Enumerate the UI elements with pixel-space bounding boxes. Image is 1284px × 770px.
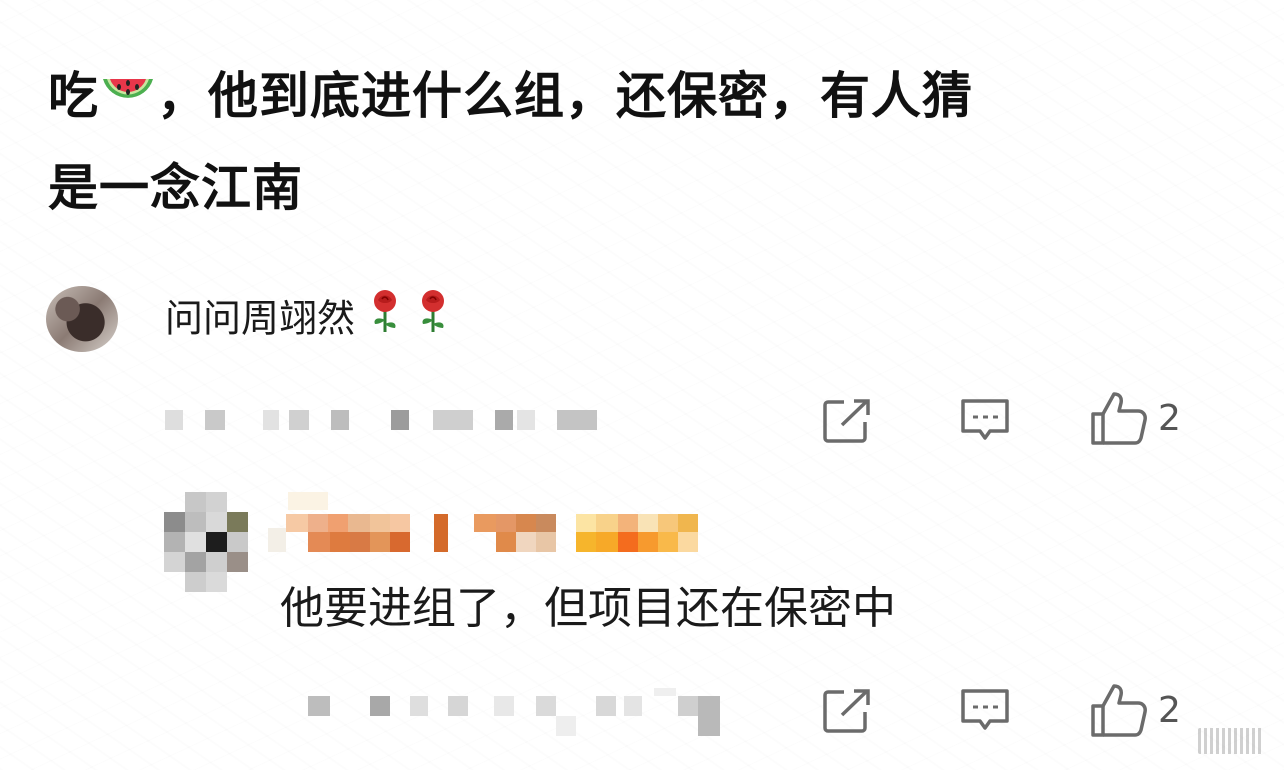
reply-avatar[interactable]	[164, 492, 248, 592]
share-icon	[823, 689, 870, 733]
share-button[interactable]	[822, 398, 872, 444]
post-title-rest: ，他到底进什么组，还保密，有人猜	[157, 67, 973, 125]
comment-meta-blurred	[165, 410, 605, 430]
comment-body: 问问周翊然	[165, 288, 451, 349]
comment-text: 问问周翊然	[165, 296, 356, 341]
comment-button[interactable]	[960, 398, 1010, 444]
rose-icon	[415, 288, 451, 349]
post-title-prefix: 吃	[48, 67, 99, 125]
post-title: 吃 ，他到底进什么组，还保密，有人猜 是一念江南	[48, 52, 1228, 232]
post-title-line-1: 吃 ，他到底进什么组，还保密，有人猜	[48, 52, 1228, 144]
post-title-line-2: 是一念江南	[48, 158, 303, 217]
reply-text: 他要进组了，但项目还在保密中	[280, 583, 896, 634]
like-button[interactable]: 2	[1090, 390, 1181, 446]
like-count: 2	[1158, 397, 1181, 439]
thumbs-up-icon	[1091, 392, 1147, 445]
reply-meta-blurred	[308, 688, 728, 740]
comment-icon	[961, 399, 1009, 440]
reply-comment-button[interactable]	[960, 688, 1010, 734]
watermark	[1198, 728, 1264, 754]
rose-icon	[367, 288, 403, 349]
reply-username-blurred	[268, 492, 708, 562]
like-count: 2	[1158, 689, 1181, 731]
watermelon-icon	[99, 56, 157, 144]
share-icon	[823, 399, 870, 443]
reply-like-button[interactable]: 2	[1090, 682, 1181, 738]
reply-share-button[interactable]	[822, 688, 872, 734]
comment-icon	[961, 689, 1009, 730]
thumbs-up-icon	[1091, 684, 1147, 737]
avatar[interactable]	[46, 286, 118, 352]
